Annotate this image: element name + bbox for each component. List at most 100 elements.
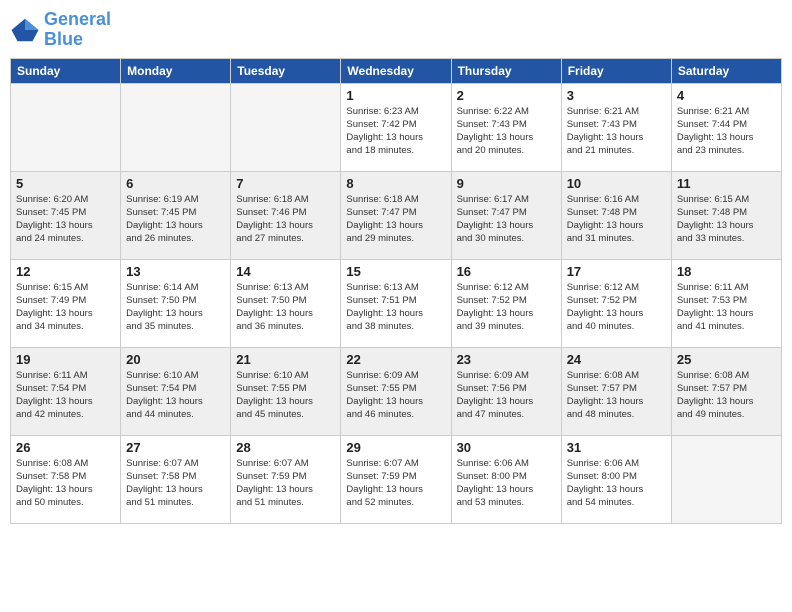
day-info: Sunrise: 6:07 AM Sunset: 7:59 PM Dayligh… [346,457,445,510]
calendar-day-cell: 30 Sunrise: 6:06 AM Sunset: 8:00 PM Dayli… [451,435,561,523]
logo-text: General Blue [44,10,111,50]
weekday-header-row: SundayMondayTuesdayWednesdayThursdayFrid… [11,58,782,83]
calendar-day-cell: 6 Sunrise: 6:19 AM Sunset: 7:45 PM Daylig… [121,171,231,259]
header: General Blue [10,10,782,50]
day-info: Sunrise: 6:18 AM Sunset: 7:46 PM Dayligh… [236,193,335,246]
day-number: 10 [567,176,666,191]
day-info: Sunrise: 6:10 AM Sunset: 7:55 PM Dayligh… [236,369,335,422]
day-info: Sunrise: 6:06 AM Sunset: 8:00 PM Dayligh… [457,457,556,510]
calendar-day-cell: 9 Sunrise: 6:17 AM Sunset: 7:47 PM Daylig… [451,171,561,259]
day-number: 24 [567,352,666,367]
day-number: 13 [126,264,225,279]
weekday-header-wednesday: Wednesday [341,58,451,83]
weekday-header-saturday: Saturday [671,58,781,83]
calendar-day-cell: 24 Sunrise: 6:08 AM Sunset: 7:57 PM Dayli… [561,347,671,435]
calendar-day-cell: 12 Sunrise: 6:15 AM Sunset: 7:49 PM Dayli… [11,259,121,347]
day-number: 19 [16,352,115,367]
day-number: 15 [346,264,445,279]
day-info: Sunrise: 6:23 AM Sunset: 7:42 PM Dayligh… [346,105,445,158]
day-info: Sunrise: 6:15 AM Sunset: 7:49 PM Dayligh… [16,281,115,334]
day-number: 23 [457,352,556,367]
day-info: Sunrise: 6:11 AM Sunset: 7:53 PM Dayligh… [677,281,776,334]
calendar-table: SundayMondayTuesdayWednesdayThursdayFrid… [10,58,782,524]
weekday-header-thursday: Thursday [451,58,561,83]
day-number: 3 [567,88,666,103]
day-info: Sunrise: 6:08 AM Sunset: 7:57 PM Dayligh… [567,369,666,422]
calendar-day-cell: 20 Sunrise: 6:10 AM Sunset: 7:54 PM Dayli… [121,347,231,435]
calendar-day-cell: 29 Sunrise: 6:07 AM Sunset: 7:59 PM Dayli… [341,435,451,523]
calendar-week-row: 1 Sunrise: 6:23 AM Sunset: 7:42 PM Daylig… [11,83,782,171]
calendar-day-cell: 21 Sunrise: 6:10 AM Sunset: 7:55 PM Dayli… [231,347,341,435]
day-number: 27 [126,440,225,455]
calendar-day-cell: 8Sunrise: 6:18 AM Sunset: 7:47 PM Daylig… [341,171,451,259]
day-info: Sunrise: 6:19 AM Sunset: 7:45 PM Dayligh… [126,193,225,246]
calendar-day-cell: 25 Sunrise: 6:08 AM Sunset: 7:57 PM Dayli… [671,347,781,435]
day-info: Sunrise: 6:08 AM Sunset: 7:57 PM Dayligh… [677,369,776,422]
calendar-day-cell: 4Sunrise: 6:21 AM Sunset: 7:44 PM Daylig… [671,83,781,171]
logo-icon [10,15,40,45]
calendar-day-cell: 19Sunrise: 6:11 AM Sunset: 7:54 PM Dayli… [11,347,121,435]
day-number: 6 [126,176,225,191]
calendar-day-cell: 28Sunrise: 6:07 AM Sunset: 7:59 PM Dayli… [231,435,341,523]
day-number: 17 [567,264,666,279]
calendar-day-cell: 17Sunrise: 6:12 AM Sunset: 7:52 PM Dayli… [561,259,671,347]
day-number: 28 [236,440,335,455]
calendar-week-row: 19Sunrise: 6:11 AM Sunset: 7:54 PM Dayli… [11,347,782,435]
day-number: 29 [346,440,445,455]
day-info: Sunrise: 6:08 AM Sunset: 7:58 PM Dayligh… [16,457,115,510]
day-info: Sunrise: 6:12 AM Sunset: 7:52 PM Dayligh… [457,281,556,334]
day-number: 18 [677,264,776,279]
day-info: Sunrise: 6:21 AM Sunset: 7:43 PM Dayligh… [567,105,666,158]
day-number: 21 [236,352,335,367]
day-info: Sunrise: 6:18 AM Sunset: 7:47 PM Dayligh… [346,193,445,246]
calendar-week-row: 26 Sunrise: 6:08 AM Sunset: 7:58 PM Dayli… [11,435,782,523]
day-info: Sunrise: 6:16 AM Sunset: 7:48 PM Dayligh… [567,193,666,246]
weekday-header-tuesday: Tuesday [231,58,341,83]
calendar-day-cell: 5Sunrise: 6:20 AM Sunset: 7:45 PM Daylig… [11,171,121,259]
day-number: 31 [567,440,666,455]
weekday-header-friday: Friday [561,58,671,83]
calendar-day-cell: 16 Sunrise: 6:12 AM Sunset: 7:52 PM Dayli… [451,259,561,347]
day-info: Sunrise: 6:09 AM Sunset: 7:56 PM Dayligh… [457,369,556,422]
calendar-day-cell: 11 Sunrise: 6:15 AM Sunset: 7:48 PM Dayli… [671,171,781,259]
logo: General Blue [10,10,111,50]
day-number: 1 [346,88,445,103]
calendar-day-cell: 22Sunrise: 6:09 AM Sunset: 7:55 PM Dayli… [341,347,451,435]
day-number: 16 [457,264,556,279]
calendar-day-cell [121,83,231,171]
page: General Blue SundayMondayTuesdayWednesda… [0,0,792,612]
calendar-day-cell: 13Sunrise: 6:14 AM Sunset: 7:50 PM Dayli… [121,259,231,347]
day-number: 30 [457,440,556,455]
day-info: Sunrise: 6:13 AM Sunset: 7:50 PM Dayligh… [236,281,335,334]
weekday-header-monday: Monday [121,58,231,83]
calendar-day-cell [671,435,781,523]
weekday-header-sunday: Sunday [11,58,121,83]
calendar-day-cell: 31 Sunrise: 6:06 AM Sunset: 8:00 PM Dayli… [561,435,671,523]
calendar-day-cell [231,83,341,171]
day-number: 12 [16,264,115,279]
day-number: 2 [457,88,556,103]
day-number: 26 [16,440,115,455]
day-info: Sunrise: 6:06 AM Sunset: 8:00 PM Dayligh… [567,457,666,510]
calendar-week-row: 5Sunrise: 6:20 AM Sunset: 7:45 PM Daylig… [11,171,782,259]
day-info: Sunrise: 6:17 AM Sunset: 7:47 PM Dayligh… [457,193,556,246]
calendar-day-cell [11,83,121,171]
day-number: 14 [236,264,335,279]
calendar-day-cell: 27 Sunrise: 6:07 AM Sunset: 7:58 PM Dayli… [121,435,231,523]
calendar-day-cell: 1 Sunrise: 6:23 AM Sunset: 7:42 PM Daylig… [341,83,451,171]
day-info: Sunrise: 6:10 AM Sunset: 7:54 PM Dayligh… [126,369,225,422]
day-number: 25 [677,352,776,367]
calendar-day-cell: 10 Sunrise: 6:16 AM Sunset: 7:48 PM Dayli… [561,171,671,259]
day-number: 9 [457,176,556,191]
day-number: 20 [126,352,225,367]
day-number: 11 [677,176,776,191]
day-info: Sunrise: 6:22 AM Sunset: 7:43 PM Dayligh… [457,105,556,158]
calendar-day-cell: 23 Sunrise: 6:09 AM Sunset: 7:56 PM Dayli… [451,347,561,435]
day-info: Sunrise: 6:07 AM Sunset: 7:58 PM Dayligh… [126,457,225,510]
day-number: 22 [346,352,445,367]
day-info: Sunrise: 6:13 AM Sunset: 7:51 PM Dayligh… [346,281,445,334]
calendar-day-cell: 18 Sunrise: 6:11 AM Sunset: 7:53 PM Dayli… [671,259,781,347]
calendar-day-cell: 7Sunrise: 6:18 AM Sunset: 7:46 PM Daylig… [231,171,341,259]
day-info: Sunrise: 6:15 AM Sunset: 7:48 PM Dayligh… [677,193,776,246]
calendar-week-row: 12 Sunrise: 6:15 AM Sunset: 7:49 PM Dayli… [11,259,782,347]
